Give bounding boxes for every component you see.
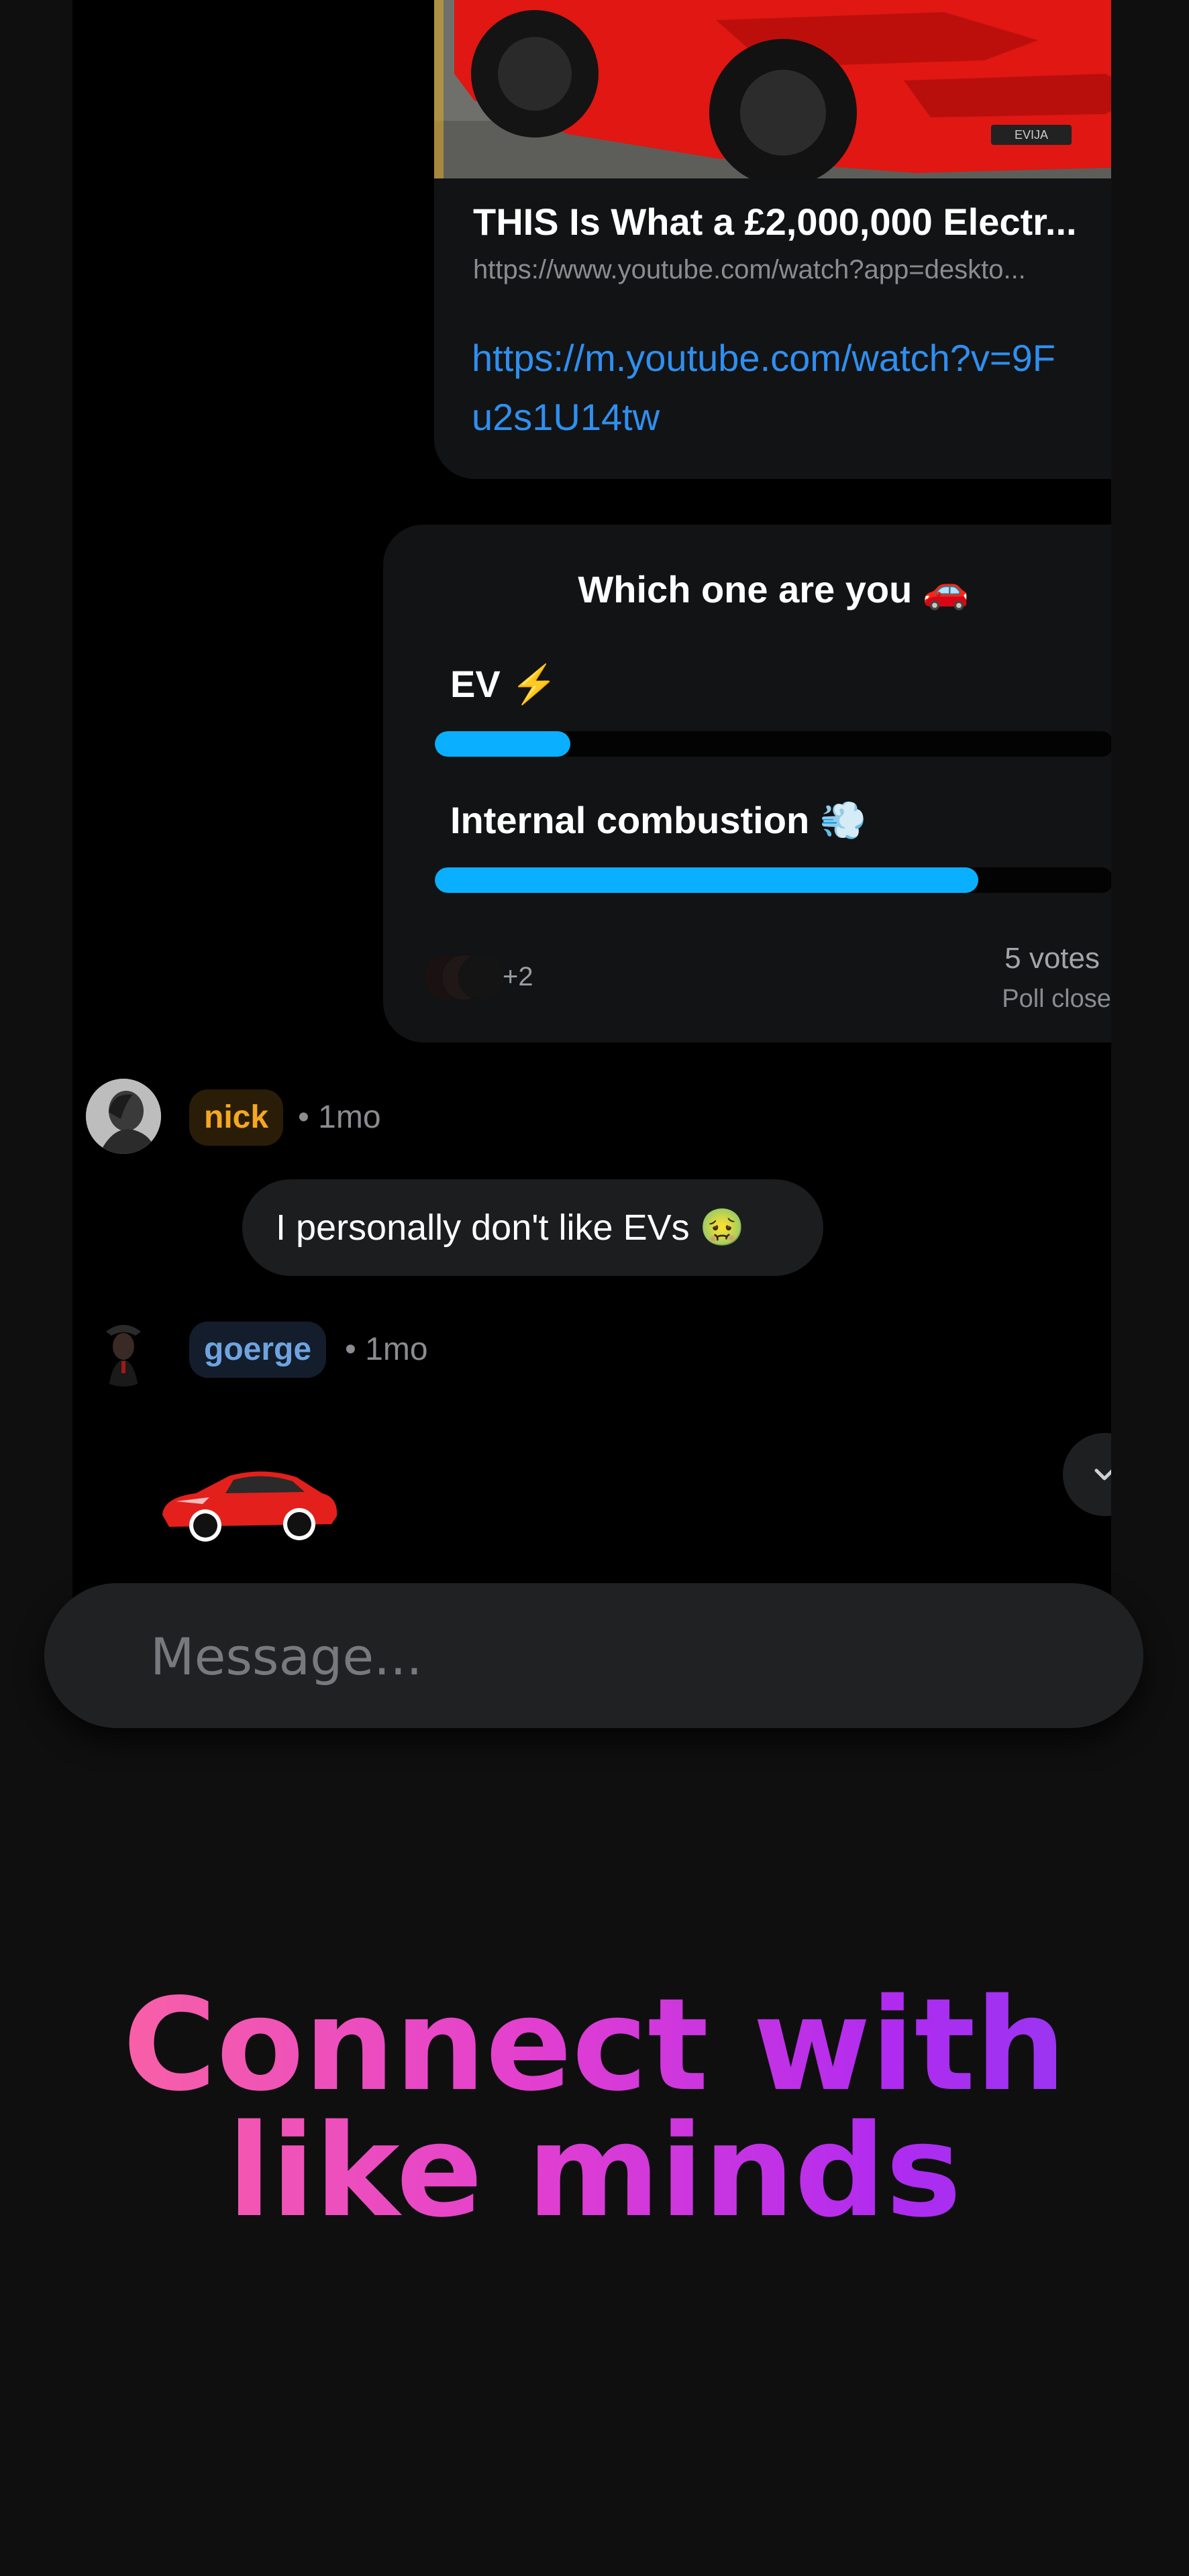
message-time: • 1mo <box>345 1332 428 1367</box>
scroll-to-bottom-button[interactable] <box>1063 1433 1111 1516</box>
poll-option-label: EV ⚡ <box>450 663 558 705</box>
poll-question: Which one are you 🚗 <box>578 568 970 610</box>
car-plate: EVIJA <box>1015 128 1048 142</box>
red-car-sticker[interactable] <box>156 1454 344 1548</box>
voter-avatars[interactable] <box>423 954 505 1001</box>
avatar <box>458 954 505 1001</box>
message-input[interactable] <box>149 1583 1091 1729</box>
poll-option-bar[interactable] <box>435 867 1111 893</box>
poll-option-bar[interactable] <box>435 731 1111 757</box>
poll-option-label: Internal combustion 💨 <box>450 799 867 841</box>
hero-tagline: Connect with like minds <box>0 1982 1189 2235</box>
username-tag[interactable]: goerge <box>189 1322 327 1378</box>
hero-line: Connect with <box>123 1971 1066 2119</box>
link-title[interactable]: THIS Is What a £2,000,000 Electr... <box>473 200 1111 244</box>
poll-status: Poll closed <box>1002 985 1111 1013</box>
user-photo-icon <box>86 1311 161 1387</box>
message-link[interactable]: https://m.youtube.com/watch?v=9Fu2s1U14t… <box>472 329 1076 447</box>
votes-count: 5 votes <box>1004 942 1100 975</box>
avatar[interactable] <box>86 1079 161 1154</box>
message-bubble[interactable]: I personally don't like EVs 🤢 <box>242 1179 823 1276</box>
poll-option-fill <box>435 731 571 757</box>
video-thumbnail[interactable]: EVIJA <box>434 0 1111 178</box>
poll-card: Which one are you 🚗 EV ⚡ Internal combus… <box>383 525 1111 1042</box>
link-preview-card[interactable]: EVIJA THIS Is What a £2,000,000 Electr..… <box>434 0 1111 479</box>
avatar[interactable] <box>86 1311 161 1387</box>
message-composer[interactable] <box>44 1583 1143 1729</box>
message-time: • 1mo <box>298 1099 381 1135</box>
chat-panel: EVIJA THIS Is What a £2,000,000 Electr..… <box>72 0 1111 1610</box>
username-tag[interactable]: nick <box>189 1089 284 1146</box>
user-photo-icon <box>86 1079 161 1154</box>
link-url: https://www.youtube.com/watch?app=deskto… <box>473 255 1026 284</box>
more-voters-count: +2 <box>503 962 533 991</box>
chevron-down-icon <box>1094 1468 1111 1481</box>
red-sports-car-image: EVIJA <box>434 0 1111 178</box>
hero-line: like minds <box>227 2097 962 2245</box>
poll-option-fill <box>435 867 978 893</box>
